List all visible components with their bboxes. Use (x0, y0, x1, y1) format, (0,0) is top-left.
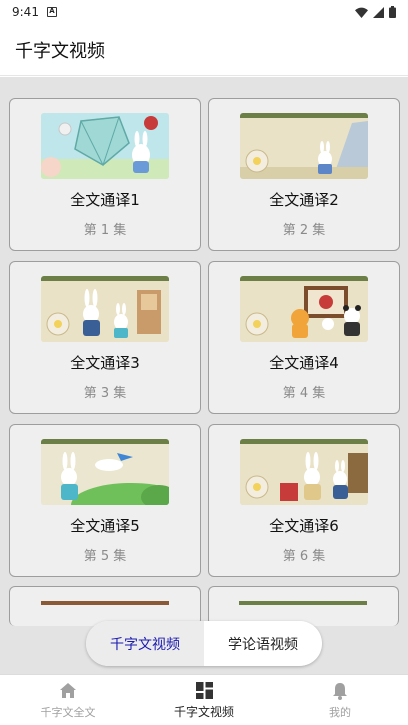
episode-label: 第 1 集 (83, 223, 127, 238)
video-thumbnail[interactable] (41, 276, 169, 342)
video-type-toggle: 千字文视频 学论语视频 (86, 621, 322, 666)
wifi-icon (355, 7, 368, 18)
partial-card-row (9, 586, 399, 626)
video-thumbnail[interactable] (41, 439, 169, 505)
app-bar: 千字文视频 (0, 24, 408, 76)
video-thumbnail[interactable] (240, 113, 368, 179)
nav-item-videos[interactable]: 千字文视频 (136, 675, 272, 725)
video-card[interactable]: 全文通译1 第 1 集 (9, 98, 201, 251)
video-card[interactable]: 全文通译2 第 2 集 (208, 98, 400, 251)
bell-icon (332, 681, 348, 701)
episode-label: 第 6 集 (282, 549, 326, 564)
video-title: 全文通译1 (70, 191, 140, 209)
grid-icon (195, 680, 213, 700)
video-thumbnail[interactable] (240, 439, 368, 505)
video-title: 全文通译2 (269, 191, 339, 209)
video-thumbnail[interactable] (240, 276, 368, 342)
page-title: 千字文视频 (15, 40, 105, 62)
video-title: 全文通译5 (70, 517, 140, 535)
video-card[interactable]: 全文通译5 第 5 集 (9, 424, 201, 577)
video-card[interactable] (9, 586, 201, 626)
nav-item-full-text[interactable]: 千字文全文 (0, 675, 136, 725)
video-card[interactable]: 全文通译6 第 6 集 (208, 424, 400, 577)
video-title: 全文通译4 (269, 354, 339, 372)
video-thumbnail[interactable] (40, 601, 169, 605)
bottom-nav: 千字文全文 千字文视频 我的 (0, 674, 408, 725)
video-grid: 全文通译1 第 1 集 全文通译2 第 2 集 全文通译3 第 3 集 全文通译… (9, 98, 400, 577)
video-card[interactable]: 全文通译4 第 4 集 (208, 261, 400, 414)
nav-item-mine[interactable]: 我的 (272, 675, 408, 725)
notification-icon: A (46, 7, 57, 17)
video-list[interactable]: 全文通译1 第 1 集 全文通译2 第 2 集 全文通译3 第 3 集 全文通译… (0, 77, 408, 674)
video-thumbnail[interactable] (41, 113, 169, 179)
lunyu-video-tab[interactable]: 学论语视频 (204, 621, 322, 666)
video-card[interactable] (207, 586, 399, 626)
qianziwen-video-tab[interactable]: 千字文视频 (86, 621, 204, 666)
video-thumbnail[interactable] (239, 601, 368, 605)
video-title: 全文通译3 (70, 354, 140, 372)
video-card[interactable]: 全文通译3 第 3 集 (9, 261, 201, 414)
signal-icon (373, 6, 384, 18)
episode-label: 第 5 集 (83, 549, 127, 564)
episode-label: 第 3 集 (83, 386, 127, 401)
home-icon (59, 681, 77, 701)
nav-label: 我的 (329, 705, 351, 719)
battery-icon (389, 6, 396, 18)
status-time: 9:41 (12, 5, 39, 19)
screen: 9:41 A 千字文视频 全文通译1 第 1 集 全文通译2 第 2 集 全文通… (0, 0, 408, 725)
status-bar: 9:41 A (0, 0, 408, 24)
nav-label: 千字文视频 (173, 705, 234, 719)
nav-label: 千字文全文 (40, 705, 96, 719)
episode-label: 第 4 集 (282, 386, 326, 401)
episode-label: 第 2 集 (282, 223, 326, 238)
video-title: 全文通译6 (269, 517, 339, 535)
